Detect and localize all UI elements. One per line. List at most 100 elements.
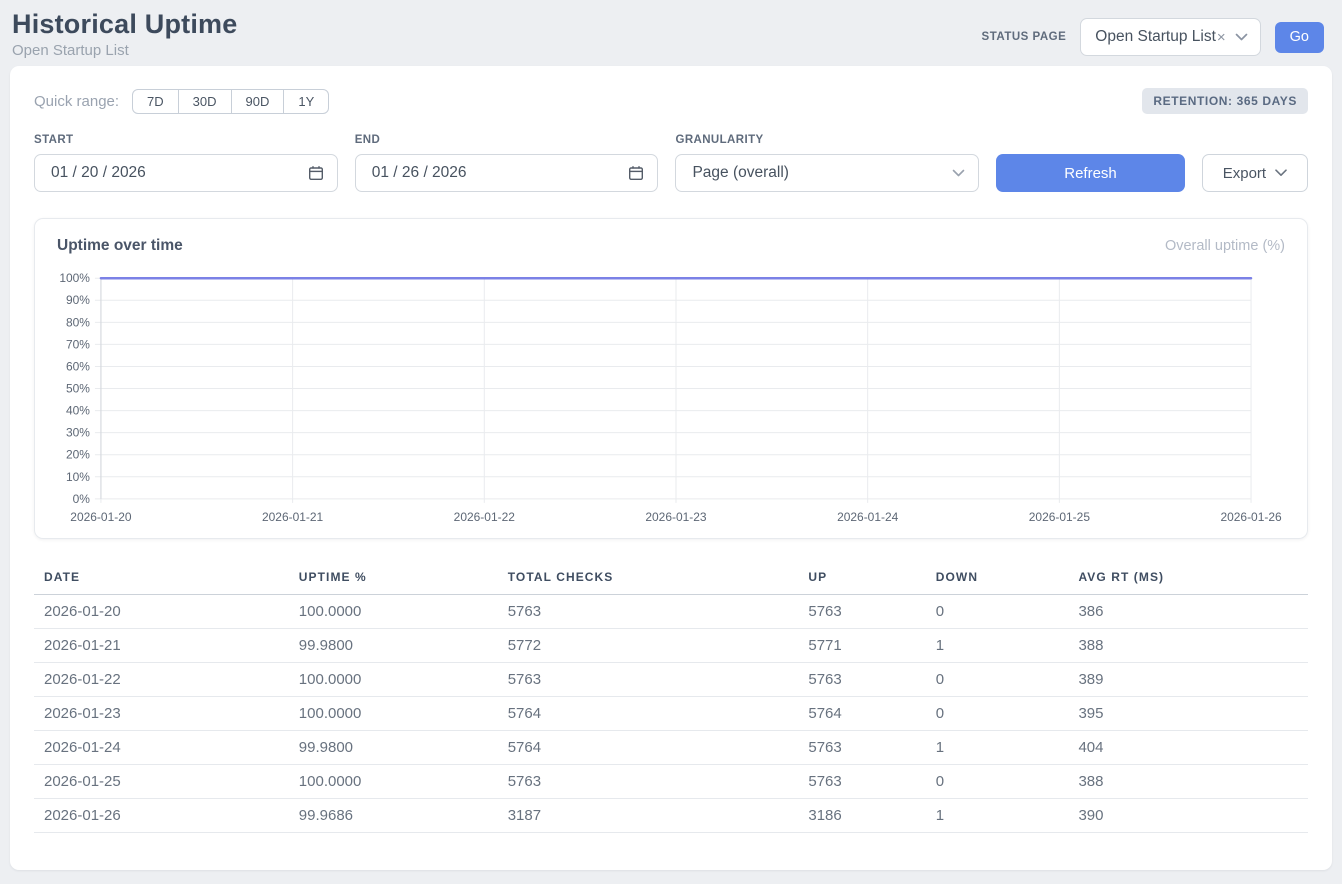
table-cell: 100.0000	[289, 595, 498, 629]
table-cell: 99.9686	[289, 799, 498, 833]
title-block: Historical Uptime Open Startup List	[12, 9, 237, 59]
end-field-group: END 01 / 26 / 2026	[355, 134, 659, 192]
table-cell: 5764	[498, 697, 799, 731]
quick-range-30d[interactable]: 30D	[178, 89, 232, 114]
table-cell: 5771	[798, 629, 925, 663]
page-title: Historical Uptime	[12, 9, 237, 40]
table-cell: 389	[1068, 663, 1308, 697]
status-page-select[interactable]: Open Startup List×	[1080, 18, 1260, 56]
chevron-down-icon	[1235, 33, 1248, 42]
table-cell: 99.9800	[289, 731, 498, 765]
svg-text:90%: 90%	[66, 293, 90, 307]
table-column-header: AVG RT (MS)	[1068, 561, 1308, 595]
table-cell: 5763	[798, 731, 925, 765]
chart-header: Uptime over time Overall uptime (%)	[57, 237, 1285, 255]
table-cell: 3186	[798, 799, 925, 833]
table-column-header: UPTIME %	[289, 561, 498, 595]
table-cell: 0	[926, 697, 1069, 731]
svg-text:2026-01-20: 2026-01-20	[70, 510, 132, 524]
table-row: 2026-01-23100.0000576457640395	[34, 697, 1308, 731]
table-cell: 1	[926, 799, 1069, 833]
table-row: 2026-01-2699.9686318731861390	[34, 799, 1308, 833]
table-cell: 2026-01-24	[34, 731, 289, 765]
uptime-table: DATEUPTIME %TOTAL CHECKSUPDOWNAVG RT (MS…	[34, 561, 1308, 833]
table-cell: 99.9800	[289, 629, 498, 663]
start-date-value: 01 / 20 / 2026	[51, 164, 146, 182]
table-cell: 1	[926, 629, 1069, 663]
quick-range-90d[interactable]: 90D	[231, 89, 285, 114]
chevron-down-icon	[1275, 169, 1287, 177]
table-cell: 1	[926, 731, 1069, 765]
clear-icon[interactable]: ×	[1217, 29, 1226, 46]
start-date-input[interactable]: 01 / 20 / 2026	[34, 154, 338, 192]
svg-text:2026-01-25: 2026-01-25	[1029, 510, 1091, 524]
status-page-select-value: Open Startup List	[1095, 28, 1216, 46]
table-cell: 5763	[498, 595, 799, 629]
granularity-label: GRANULARITY	[675, 134, 979, 146]
table-cell: 5763	[798, 595, 925, 629]
filters-row: START 01 / 20 / 2026 END 01 / 26 / 2026 …	[34, 134, 1308, 192]
table-column-header: TOTAL CHECKS	[498, 561, 799, 595]
table-cell: 404	[1068, 731, 1308, 765]
table-column-header: DOWN	[926, 561, 1069, 595]
granularity-field-group: GRANULARITY Page (overall)	[675, 134, 979, 192]
table-cell: 100.0000	[289, 765, 498, 799]
table-cell: 5763	[798, 663, 925, 697]
calendar-icon[interactable]	[308, 165, 324, 181]
svg-text:30%: 30%	[66, 426, 90, 440]
granularity-select[interactable]: Page (overall)	[675, 154, 979, 192]
table-cell: 5763	[498, 765, 799, 799]
svg-text:2026-01-21: 2026-01-21	[262, 510, 324, 524]
table-cell: 395	[1068, 697, 1308, 731]
table-cell: 388	[1068, 765, 1308, 799]
table-cell: 2026-01-26	[34, 799, 289, 833]
chart-card: Uptime over time Overall uptime (%) 0% 10…	[34, 218, 1308, 539]
chart-legend: Overall uptime (%)	[1165, 238, 1285, 254]
table-row: 2026-01-2499.9800576457631404	[34, 731, 1308, 765]
export-button[interactable]: Export	[1202, 154, 1308, 192]
quick-range-left: Quick range: 7D30D90D1Y	[34, 89, 329, 114]
svg-text:0%: 0%	[73, 492, 91, 506]
table-cell: 388	[1068, 629, 1308, 663]
table-cell: 100.0000	[289, 663, 498, 697]
go-button[interactable]: Go	[1275, 22, 1324, 53]
table-cell: 3187	[498, 799, 799, 833]
granularity-value: Page (overall)	[692, 164, 789, 182]
table-row: 2026-01-25100.0000576357630388	[34, 765, 1308, 799]
table-cell: 5764	[498, 731, 799, 765]
table-cell: 2026-01-21	[34, 629, 289, 663]
table-cell: 5763	[798, 765, 925, 799]
table-row: 2026-01-2199.9800577257711388	[34, 629, 1308, 663]
calendar-icon[interactable]	[628, 165, 644, 181]
end-date-input[interactable]: 01 / 26 / 2026	[355, 154, 659, 192]
top-bar: Historical Uptime Open Startup List STAT…	[0, 0, 1342, 66]
end-date-value: 01 / 26 / 2026	[372, 164, 467, 182]
svg-text:2026-01-26: 2026-01-26	[1220, 510, 1282, 524]
table-cell: 0	[926, 595, 1069, 629]
table-row: 2026-01-22100.0000576357630389	[34, 663, 1308, 697]
refresh-button[interactable]: Refresh	[996, 154, 1185, 192]
table-cell: 2026-01-22	[34, 663, 289, 697]
export-button-label: Export	[1223, 165, 1266, 182]
table-cell: 2026-01-20	[34, 595, 289, 629]
table-cell: 2026-01-23	[34, 697, 289, 731]
table-column-header: UP	[798, 561, 925, 595]
quick-range-1y[interactable]: 1Y	[283, 89, 329, 114]
svg-text:80%: 80%	[66, 315, 90, 329]
table-cell: 5764	[798, 697, 925, 731]
quick-range-row: Quick range: 7D30D90D1Y RETENTION: 365 D…	[34, 88, 1308, 114]
table-cell: 390	[1068, 799, 1308, 833]
table-cell: 5763	[498, 663, 799, 697]
quick-range-7d[interactable]: 7D	[132, 89, 179, 114]
table-header-row: DATEUPTIME %TOTAL CHECKSUPDOWNAVG RT (MS…	[34, 561, 1308, 595]
table-row: 2026-01-20100.0000576357630386	[34, 595, 1308, 629]
quick-range-label: Quick range:	[34, 93, 119, 110]
svg-text:20%: 20%	[66, 448, 90, 462]
svg-text:50%: 50%	[66, 382, 90, 396]
svg-text:100%: 100%	[59, 271, 90, 285]
chevron-down-icon	[952, 169, 965, 178]
table-cell: 5772	[498, 629, 799, 663]
svg-text:2026-01-22: 2026-01-22	[454, 510, 516, 524]
uptime-chart: 0%10%20%30%40%50%60%70%80%90%100%2026-01…	[57, 268, 1285, 530]
quick-range-group: 7D30D90D1Y	[132, 89, 329, 114]
